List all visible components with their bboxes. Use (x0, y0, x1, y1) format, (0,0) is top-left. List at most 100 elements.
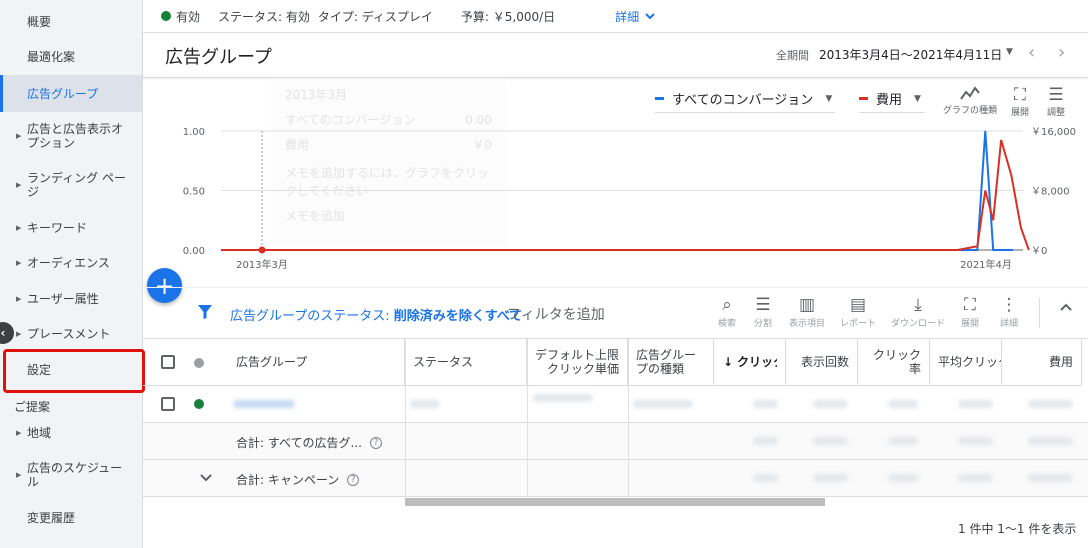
filter-value: 削除済みを除くすべて (393, 309, 523, 324)
metric-selector-1[interactable]: すべてのコンバージョン ▼ (655, 89, 835, 113)
col-header-status[interactable]: ステータス (405, 339, 527, 386)
date-range-label: 全期間 (776, 49, 809, 62)
metric-selector-2[interactable]: 費用 ▼ (859, 89, 925, 113)
redacted-cell (1028, 437, 1073, 445)
sidebar-item-placements[interactable]: ▶ プレースメント (0, 324, 142, 344)
prev-period-icon[interactable]: ‹ (1028, 42, 1035, 63)
sidebar-item-overview[interactable]: 概要 (0, 12, 142, 32)
total-campaign-text: 合計: キャンペーン (236, 473, 340, 487)
sidebar-item-label: ランディング ページ (27, 171, 126, 199)
horizontal-scrollbar[interactable] (405, 498, 825, 506)
filter-chip[interactable]: 広告グループのステータス: 削除済みを除くすべて (230, 305, 522, 324)
col-header-clicks[interactable]: ↓ クリック数 (714, 339, 786, 386)
table-row[interactable] (143, 386, 1088, 423)
expand-arrow-icon: ▶ (16, 295, 22, 303)
col-header-avg-cpc[interactable]: 平均クリック単価 (930, 339, 1002, 386)
status-header-dot-icon (194, 358, 204, 368)
expand-label: 展開 (1011, 108, 1030, 118)
sidebar-item-label: 広告のスケジュール (27, 461, 123, 489)
col-header-clicks-label: クリック数 (737, 355, 777, 369)
filter-bar: 広告グループのステータス: 削除済みを除くすべて フィルタを追加 ⌕ 検索 ☰ 分割… (143, 287, 1088, 339)
col-header-impressions[interactable]: 表示回数 (786, 339, 858, 386)
budget-text: 予算: ￥5,000/日 (460, 9, 556, 24)
sidebar-item-ad-schedule[interactable]: ▶ 広告のスケジュール (0, 459, 142, 491)
date-dropdown-icon[interactable]: ▼ (1006, 47, 1013, 57)
column-divider (405, 339, 406, 497)
sidebar-item-demographics[interactable]: ▶ ユーザー属性 (0, 289, 142, 309)
segment-button[interactable]: ☰ 分割 (754, 294, 772, 329)
reports-button[interactable]: ▤ レポート (840, 294, 876, 329)
row-checkbox[interactable] (161, 397, 175, 411)
sidebar-item-landing-pages[interactable]: ▶ ランディング ページ (0, 169, 142, 201)
select-all-header (143, 339, 228, 386)
sidebar-item-label: 変更履歴 (27, 511, 76, 525)
col-header-ctr[interactable]: クリック率 (858, 339, 930, 386)
sidebar-item-change-history[interactable]: 変更履歴 (0, 508, 142, 528)
adjust-label: 調整 (1047, 108, 1066, 118)
toolbar-divider (1039, 298, 1040, 328)
sidebar-item-ads-extensions[interactable]: ▶ 広告と広告表示オプション (0, 120, 142, 152)
chevron-up-icon[interactable] (1060, 303, 1072, 311)
highlight-box (3, 349, 145, 393)
col-header-cost[interactable]: 費用 (1002, 339, 1082, 386)
next-period-icon[interactable]: › (1058, 42, 1065, 63)
sidebar-item-keywords[interactable]: ▶ キーワード (0, 218, 142, 238)
redacted-cell (888, 474, 918, 482)
total-ad-groups-text: 合計: すべての広告グ... (236, 436, 362, 450)
chart-type-button[interactable]: グラフの種類 (943, 85, 997, 116)
sidebar-item-label: 地域 (27, 426, 52, 440)
more-button[interactable]: ⋮ 詳細 (1000, 294, 1018, 329)
sidebar-item-recommendations[interactable]: 最適化案 (0, 47, 142, 67)
expand-table-button[interactable]: ⛶ 展開 (961, 294, 979, 329)
redacted-cell (1028, 400, 1073, 408)
add-filter-input[interactable]: フィルタを追加 (507, 304, 605, 324)
y-tick-left: 0.50 (183, 187, 205, 198)
ad-groups-table: 広告グループ ステータス デフォルト上限クリック単価 広告グループの種類 ↓ クリ… (143, 339, 1088, 506)
sidebar-item-ad-groups[interactable]: 広告グループ (0, 75, 142, 112)
sidebar: 概要 最適化案 広告グループ ▶ 広告と広告表示オプション ▶ ランディング ページ… (0, 0, 143, 548)
help-icon[interactable]: ? (369, 436, 382, 449)
chevron-down-icon[interactable] (200, 474, 212, 482)
filter-icon[interactable] (197, 304, 213, 320)
sidebar-item-locations[interactable]: ▶ 地域 (0, 423, 142, 443)
expand-arrow-icon: ▶ (16, 429, 22, 437)
reports-icon: ▤ (849, 295, 867, 315)
sidebar-item-label: 概要 (27, 15, 52, 29)
columns-button[interactable]: ▥ 表示項目 (789, 294, 825, 329)
redacted-cell (410, 400, 440, 408)
sidebar-item-label: 広告と広告表示オプション (27, 122, 124, 150)
select-all-checkbox[interactable] (161, 355, 175, 369)
redacted-cell (1028, 474, 1073, 482)
expand-arrow-icon: ▶ (16, 471, 22, 479)
col-header-ad-group-type[interactable]: 広告グループの種類 (628, 339, 714, 386)
sidebar-item-label: 広告グループ (27, 86, 99, 101)
performance-chart[interactable]: 2013年3月 すべてのコンバージョン 0.00 費用 ￥0 メモを追加するには、グ… (143, 79, 1088, 287)
help-icon[interactable]: ? (347, 473, 360, 486)
download-button[interactable]: ⤓ ダウンロード (891, 294, 945, 329)
chevron-down-icon (645, 12, 655, 19)
enabled-status-icon (194, 399, 204, 409)
metric-swatch (859, 97, 868, 100)
details-link[interactable]: 詳細 (615, 8, 655, 25)
date-range-picker[interactable]: 2013年3月4日～2021年4月11日 (819, 46, 1002, 63)
fullscreen-icon: ⛶ (1014, 85, 1026, 105)
sort-down-icon: ↓ (722, 355, 733, 369)
total-label: 合計: すべての広告グ...? (236, 434, 382, 451)
col-header-ad-group[interactable]: 広告グループ (228, 339, 405, 386)
expand-arrow-icon: ▶ (16, 224, 22, 232)
column-divider (628, 339, 629, 497)
search-button[interactable]: ⌕ 検索 (718, 294, 736, 329)
expand-chart-button[interactable]: ⛶ 展開 (1011, 85, 1029, 118)
sidebar-section-label: ご提案 (14, 400, 51, 414)
status-dot-icon (161, 11, 171, 21)
sidebar-item-audiences[interactable]: ▶ オーディエンス (0, 253, 142, 273)
y-tick-left: 0.00 (183, 246, 205, 257)
download-label: ダウンロード (891, 319, 946, 329)
redacted-cell (813, 400, 848, 408)
expand-arrow-icon: ▶ (16, 181, 22, 189)
adjust-chart-button[interactable]: ☰ 調整 (1047, 85, 1065, 118)
pagination-text: 1 件中 1～1 件を表示 (958, 522, 1077, 536)
y-tick-right: ￥0 (1031, 246, 1047, 257)
redacted-ad-group-name[interactable] (233, 400, 295, 408)
col-header-default-cpc[interactable]: デフォルト上限クリック単価 (527, 339, 628, 386)
